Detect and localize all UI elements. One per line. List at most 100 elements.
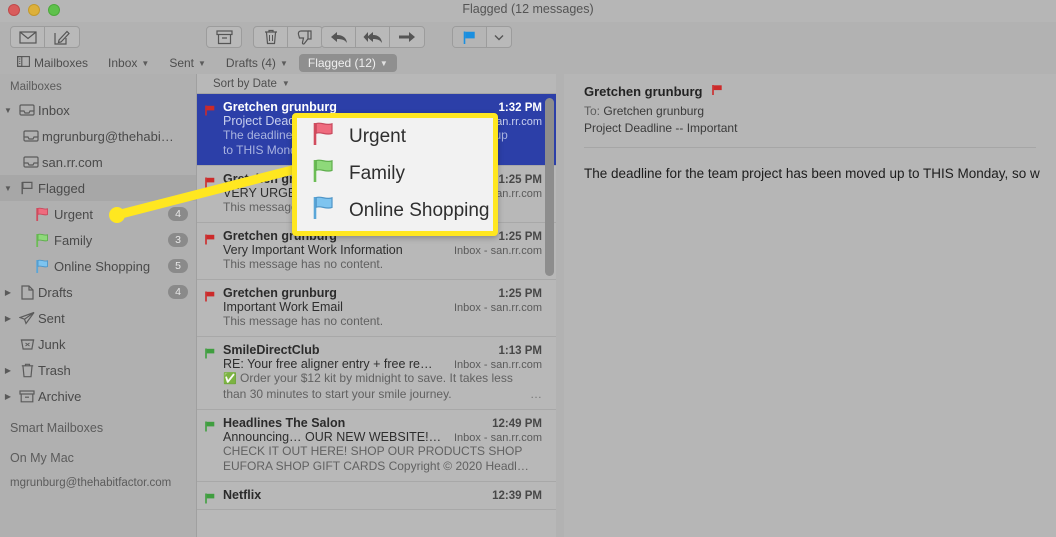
message-time: 1:32 PM bbox=[498, 102, 542, 114]
favorites-item-inbox[interactable]: Inbox ▼ bbox=[99, 54, 158, 72]
reply-all-button[interactable] bbox=[356, 27, 390, 47]
sidebar-item-family[interactable]: Family 3 bbox=[0, 227, 196, 253]
message-preview-line: CHECK IT OUT HERE! SHOP OUR PRODUCTS SHO… bbox=[223, 444, 523, 458]
archive-box-icon bbox=[16, 389, 38, 403]
flag-message-button[interactable] bbox=[453, 27, 487, 47]
mark-as-junk-button[interactable] bbox=[288, 27, 322, 47]
flag-red-icon bbox=[205, 232, 216, 250]
trash-icon bbox=[264, 29, 278, 45]
delete-button[interactable] bbox=[254, 27, 288, 47]
favorites-mailboxes-toggle[interactable]: Mailboxes bbox=[8, 54, 97, 72]
popup-item-urgent[interactable]: Urgent bbox=[297, 118, 493, 155]
thumbs-down-icon bbox=[297, 29, 313, 45]
envelope-icon bbox=[18, 30, 37, 44]
flag-icon bbox=[462, 30, 477, 45]
popup-item-online-shopping[interactable]: Online Shopping bbox=[297, 192, 493, 229]
flag-red-icon bbox=[32, 207, 54, 222]
inbox-tray-icon bbox=[16, 104, 38, 116]
mail-actions-group bbox=[10, 26, 80, 48]
scrollbar-thumb[interactable] bbox=[545, 98, 554, 276]
sidebar-item-drafts[interactable]: ▶ Drafts 4 bbox=[0, 279, 196, 305]
sidebar-item-flagged[interactable]: ▼ Flagged bbox=[0, 175, 196, 201]
disclosure-triangle-icon[interactable]: ▶ bbox=[0, 366, 16, 375]
sidebar-item-archive[interactable]: ▶ Archive bbox=[0, 383, 196, 409]
message-recipient: Gretchen grunburg bbox=[603, 104, 705, 118]
flag-color-popup-menu: Urgent Family Online Shopping bbox=[292, 113, 498, 236]
favorites-item-drafts[interactable]: Drafts (4) ▼ bbox=[217, 54, 297, 72]
forward-button[interactable] bbox=[390, 27, 424, 47]
disclosure-triangle-icon[interactable]: ▼ bbox=[0, 106, 16, 115]
message-list-item[interactable]: SmileDirectClub 1:13 PM RE: Your free al… bbox=[197, 337, 556, 410]
message-sender: Netflix bbox=[223, 488, 262, 502]
unread-count-badge: 4 bbox=[168, 285, 188, 299]
sidebar-header: Mailboxes bbox=[10, 81, 62, 93]
message-subject: Project Deadline -- Important bbox=[584, 121, 738, 135]
message-preview-line: This message has no content. bbox=[223, 257, 384, 271]
sidebar-item-online-shopping[interactable]: Online Shopping 5 bbox=[0, 253, 196, 279]
compose-icon bbox=[54, 30, 70, 45]
chevron-down-icon bbox=[494, 34, 504, 41]
favorites-item-label: Flagged (12) bbox=[307, 56, 376, 70]
message-sender-line: Gretchen grunburg bbox=[584, 84, 1056, 99]
disclosure-triangle-icon[interactable]: ▶ bbox=[0, 392, 16, 401]
sidebar-item-mgrunburg-account[interactable]: mgrunburg@thehabi… bbox=[0, 123, 196, 149]
sidebar-section-smart-mailboxes: Smart Mailboxes bbox=[10, 421, 104, 435]
message-preview-text: Order your $12 kit by midnight to save. … bbox=[240, 371, 513, 385]
archive-button[interactable] bbox=[207, 27, 241, 47]
message-subject: Important Work Email bbox=[223, 300, 343, 314]
reply-button[interactable] bbox=[322, 27, 356, 47]
favorites-item-label: Inbox bbox=[108, 56, 138, 70]
favorites-item-label: Sent bbox=[169, 56, 194, 70]
favorites-item-sent[interactable]: Sent ▼ bbox=[160, 54, 215, 72]
favorites-item-flagged[interactable]: Flagged (12) ▼ bbox=[298, 54, 397, 72]
window-title: Flagged (12 messages) bbox=[462, 2, 594, 16]
message-mailbox: Inbox - san.rr.com bbox=[453, 302, 542, 314]
message-list-scrollbar[interactable] bbox=[545, 98, 554, 528]
inbox-tray-icon bbox=[20, 156, 42, 168]
flag-blue-icon bbox=[311, 195, 337, 227]
flag-menu-button[interactable] bbox=[487, 27, 511, 47]
message-mailbox: Inbox - san.rr.com bbox=[453, 432, 542, 444]
sidebar-item-sent[interactable]: ▶ Sent bbox=[0, 305, 196, 331]
checkmark-icon: ✅ bbox=[223, 373, 237, 385]
message-subject: Very Important Work Information bbox=[223, 243, 403, 257]
sort-bar[interactable]: Sort by Date ▼ bbox=[197, 74, 556, 94]
popup-item-family[interactable]: Family bbox=[297, 155, 493, 192]
flag-red-icon bbox=[712, 84, 724, 99]
drafts-page-icon bbox=[16, 284, 38, 300]
message-list-item[interactable]: Gretchen grunburg 1:25 PM Important Work… bbox=[197, 280, 556, 337]
message-preview-text: than 30 minutes to start your smile jour… bbox=[223, 387, 452, 401]
compose-message-button[interactable] bbox=[45, 27, 79, 47]
chevron-down-icon[interactable]: ▼ bbox=[282, 79, 290, 88]
message-sender: Gretchen grunburg bbox=[223, 100, 337, 114]
sidebar-item-label: san.rr.com bbox=[42, 154, 103, 170]
disclosure-triangle-icon[interactable]: ▶ bbox=[0, 288, 16, 297]
junk-bin-icon bbox=[16, 338, 38, 351]
message-list-item[interactable]: Headlines The Salon 12:49 PM Announcing…… bbox=[197, 410, 556, 482]
forward-arrow-icon bbox=[398, 30, 416, 44]
sidebar-account-label: mgrunburg@thehabitfactor.com bbox=[10, 477, 172, 489]
get-mail-button[interactable] bbox=[11, 27, 45, 47]
unread-count-badge: 4 bbox=[168, 207, 188, 221]
flag-outline-icon bbox=[16, 181, 38, 195]
message-sender: Gretchen grunburg bbox=[584, 84, 703, 99]
popup-item-label: Online Shopping bbox=[349, 199, 490, 221]
sidebar-item-sanrr-account[interactable]: san.rr.com bbox=[0, 149, 196, 175]
disclosure-triangle-icon[interactable]: ▶ bbox=[0, 314, 16, 323]
message-list-item[interactable]: Netflix 12:39 PM bbox=[197, 482, 556, 510]
sidebar-item-label: Junk bbox=[38, 336, 66, 352]
mail-app-window: Flagged (12 messages) Mailboxes Inbox ▼ … bbox=[0, 0, 1056, 537]
sidebar-item-junk[interactable]: Junk bbox=[0, 331, 196, 357]
sidebar-item-trash[interactable]: ▶ Trash bbox=[0, 357, 196, 383]
message-preview-line: This message has no content. bbox=[223, 314, 384, 328]
sidebar-item-urgent[interactable]: Urgent 4 bbox=[0, 201, 196, 227]
sidebar-item-label: Family bbox=[54, 232, 93, 248]
flag-group bbox=[452, 26, 512, 48]
reply-group bbox=[321, 26, 425, 48]
disclosure-triangle-icon[interactable]: ▼ bbox=[0, 184, 16, 193]
message-time: 1:25 PM bbox=[498, 231, 542, 243]
message-time: 1:25 PM bbox=[498, 288, 542, 300]
popup-item-label: Family bbox=[349, 162, 405, 184]
delete-junk-group bbox=[253, 26, 323, 48]
sidebar-item-inbox[interactable]: ▼ Inbox bbox=[0, 97, 196, 123]
